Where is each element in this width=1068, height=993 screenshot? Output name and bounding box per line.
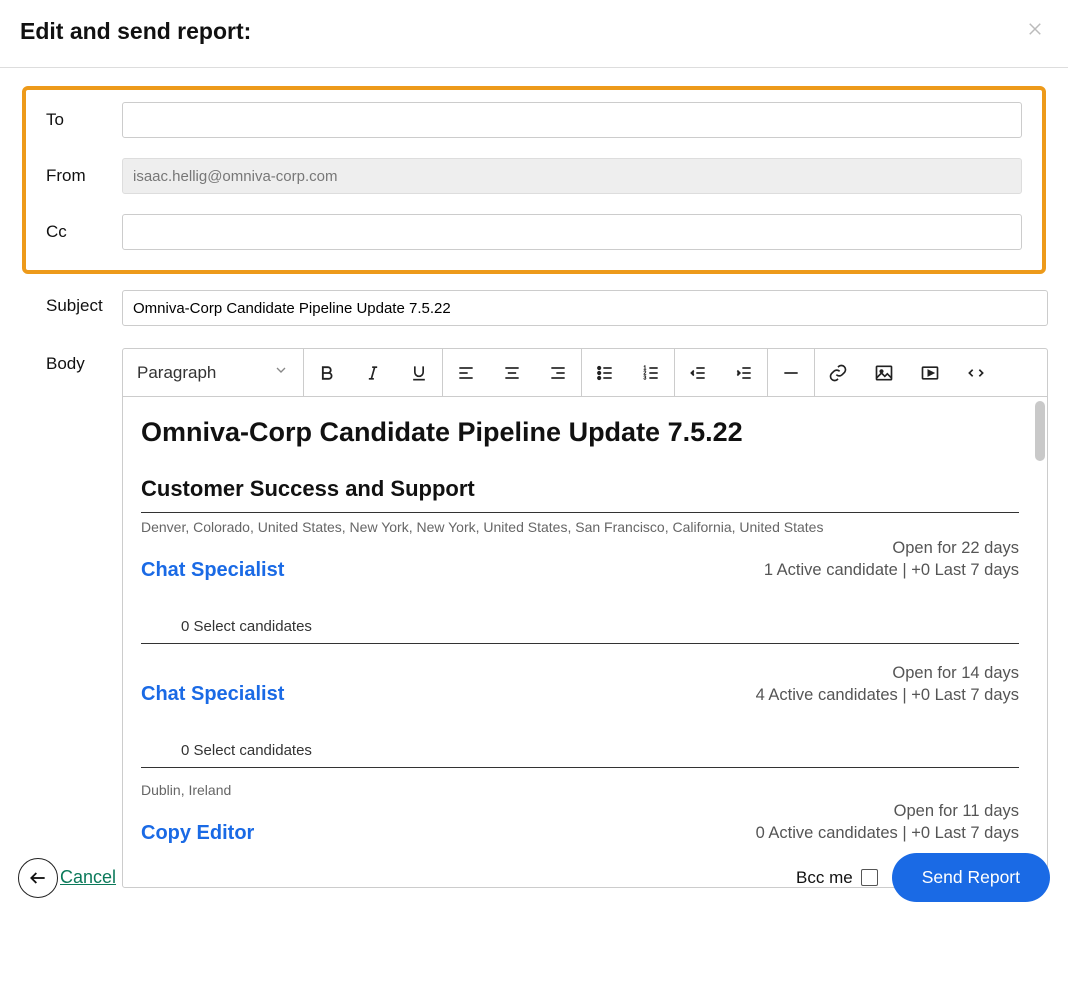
active-candidates: 1 Active candidate | +0 Last 7 days	[764, 559, 1019, 581]
cc-label: Cc	[46, 222, 122, 242]
select-candidates-row: 0 Select candidates	[181, 742, 1019, 759]
job-link[interactable]: Copy Editor	[141, 822, 254, 845]
underline-button[interactable]	[396, 349, 442, 396]
job-link[interactable]: Chat Specialist	[141, 683, 284, 706]
align-center-button[interactable]	[489, 349, 535, 396]
dialog-footer: Cancel Bcc me Send Report	[0, 853, 1068, 902]
cc-input[interactable]	[122, 214, 1022, 250]
select-candidates-row: 0 Select candidates	[181, 618, 1019, 635]
job-meta: Open for 14 days 4 Active candidates | +…	[756, 662, 1019, 707]
close-icon[interactable]	[1022, 18, 1048, 44]
to-input[interactable]	[122, 102, 1022, 138]
send-report-button[interactable]: Send Report	[892, 853, 1050, 902]
editor-toolbar: Paragraph	[123, 349, 1047, 397]
job-rule	[141, 643, 1019, 644]
scrollbar-thumb[interactable]	[1035, 401, 1045, 461]
recipients-highlight-box: To From Cc	[22, 86, 1046, 274]
cancel-link[interactable]: Cancel	[60, 867, 116, 888]
svg-text:3: 3	[644, 375, 647, 381]
dialog-header: Edit and send report:	[0, 0, 1068, 68]
job-meta: Open for 22 days 1 Active candidate | +0…	[764, 537, 1019, 582]
bcc-me-label: Bcc me	[796, 868, 853, 888]
outdent-button[interactable]	[675, 349, 721, 396]
dialog-title: Edit and send report:	[20, 18, 251, 45]
bullet-list-button[interactable]	[582, 349, 628, 396]
job-link[interactable]: Chat Specialist	[141, 559, 284, 582]
job-rule	[141, 767, 1019, 768]
image-button[interactable]	[861, 349, 907, 396]
link-button[interactable]	[815, 349, 861, 396]
editor-body[interactable]: Omniva-Corp Candidate Pipeline Update 7.…	[123, 397, 1047, 887]
italic-button[interactable]	[350, 349, 396, 396]
body-title: Omniva-Corp Candidate Pipeline Update 7.…	[141, 417, 1019, 448]
body-section-heading: Customer Success and Support	[141, 476, 1019, 502]
subject-label: Subject	[46, 290, 122, 316]
align-right-button[interactable]	[535, 349, 581, 396]
from-label: From	[46, 166, 122, 186]
edit-send-report-dialog: Edit and send report: To From Cc Subject	[0, 0, 1068, 918]
code-button[interactable]	[953, 349, 999, 396]
form-area: To From Cc Subject Body Pa	[0, 68, 1068, 918]
bold-button[interactable]	[304, 349, 350, 396]
subject-input[interactable]	[122, 290, 1048, 326]
paragraph-style-select[interactable]: Paragraph	[123, 362, 303, 383]
open-days: Open for 11 days	[756, 800, 1019, 822]
back-button[interactable]	[18, 858, 58, 898]
job-meta: Open for 11 days 0 Active candidates | +…	[756, 800, 1019, 845]
chevron-down-icon	[273, 362, 289, 383]
open-days: Open for 22 days	[764, 537, 1019, 559]
body-label: Body	[46, 348, 122, 374]
from-input	[122, 158, 1022, 194]
section-rule	[141, 512, 1019, 513]
to-label: To	[46, 110, 122, 130]
numbered-list-button[interactable]: 123	[628, 349, 674, 396]
video-button[interactable]	[907, 349, 953, 396]
bcc-me-checkbox[interactable]	[861, 869, 878, 886]
locations-text: Denver, Colorado, United States, New Yor…	[141, 519, 1019, 535]
active-candidates: 0 Active candidates | +0 Last 7 days	[756, 822, 1019, 844]
align-left-button[interactable]	[443, 349, 489, 396]
indent-button[interactable]	[721, 349, 767, 396]
editor-wrap: Paragraph	[122, 348, 1048, 888]
active-candidates: 4 Active candidates | +0 Last 7 days	[756, 684, 1019, 706]
horizontal-rule-button[interactable]	[768, 349, 814, 396]
locations-text: Dublin, Ireland	[141, 782, 1019, 798]
paragraph-style-label: Paragraph	[137, 363, 216, 383]
open-days: Open for 14 days	[756, 662, 1019, 684]
